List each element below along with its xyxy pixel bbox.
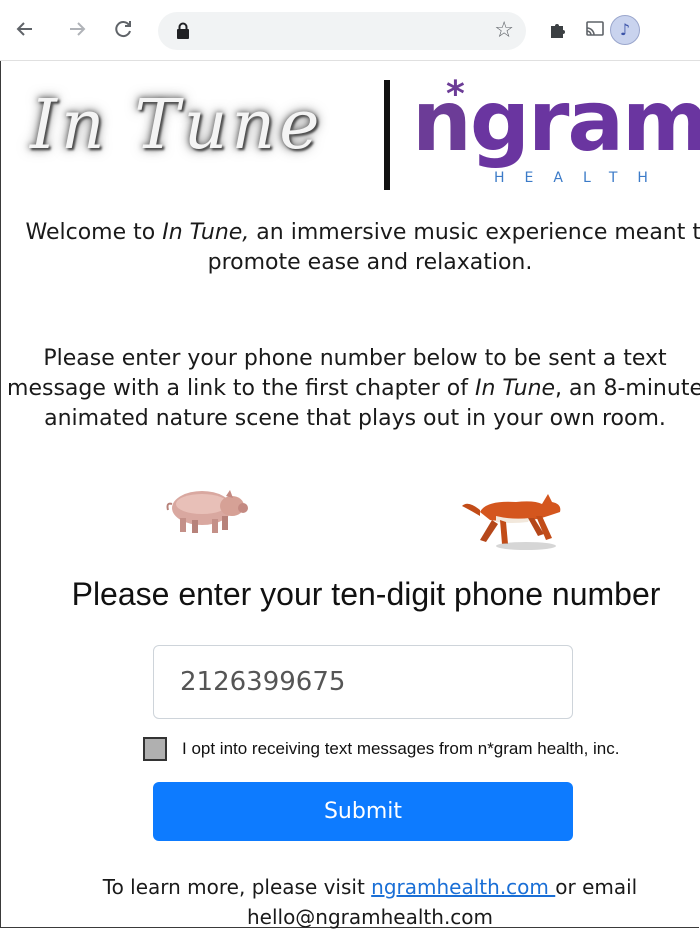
footer-prefix: To learn more, please visit: [102, 875, 372, 899]
welcome-emph: In Tune,: [162, 220, 250, 245]
welcome-prefix: Welcome to: [25, 220, 163, 245]
phone-heading: Please enter your ten-digit phone number: [71, 576, 661, 612]
cast-icon[interactable]: [584, 18, 606, 44]
website-link[interactable]: ngramhealth.com: [371, 875, 555, 899]
profile-avatar-icon[interactable]: ♪: [610, 15, 640, 45]
address-bar[interactable]: ☆: [158, 12, 526, 50]
instructions-emph: In Tune: [474, 376, 556, 401]
dog-image: [456, 480, 566, 556]
welcome-text: Welcome to In Tune, an immersive music e…: [20, 218, 700, 278]
submit-button[interactable]: Submit: [153, 782, 573, 841]
instructions-text: Please enter your phone number below to …: [0, 344, 700, 434]
welcome-suffix: an immersive music experience meant to p…: [207, 220, 700, 275]
back-arrow-icon[interactable]: [14, 18, 36, 45]
ngram-logo-health: HEALTH: [494, 170, 668, 186]
reload-icon[interactable]: [112, 18, 134, 45]
logo-divider: [384, 80, 390, 190]
bookmark-star-icon[interactable]: ☆: [494, 18, 514, 43]
intune-logo: In Tune: [30, 86, 324, 165]
logo-banner: In Tune ngram * HEALTH: [0, 72, 700, 198]
extensions-puzzle-icon[interactable]: [548, 18, 570, 44]
ngram-logo-gram: gram: [469, 72, 700, 170]
pig-image: [160, 480, 250, 544]
browser-toolbar: ☆ ♪: [0, 0, 700, 61]
opt-in-label: I opt into receiving text messages from …: [182, 739, 620, 758]
footer-text: To learn more, please visit ngramhealth.…: [0, 872, 700, 932]
footer-email: hello@ngramhealth.com: [246, 905, 494, 929]
ngram-logo-star: *: [446, 74, 465, 115]
lock-icon[interactable]: [176, 22, 190, 44]
opt-in-checkbox[interactable]: [143, 737, 167, 761]
forward-arrow-icon[interactable]: [66, 18, 88, 45]
phone-number-input[interactable]: [153, 645, 573, 719]
footer-middle: or email: [555, 875, 638, 899]
